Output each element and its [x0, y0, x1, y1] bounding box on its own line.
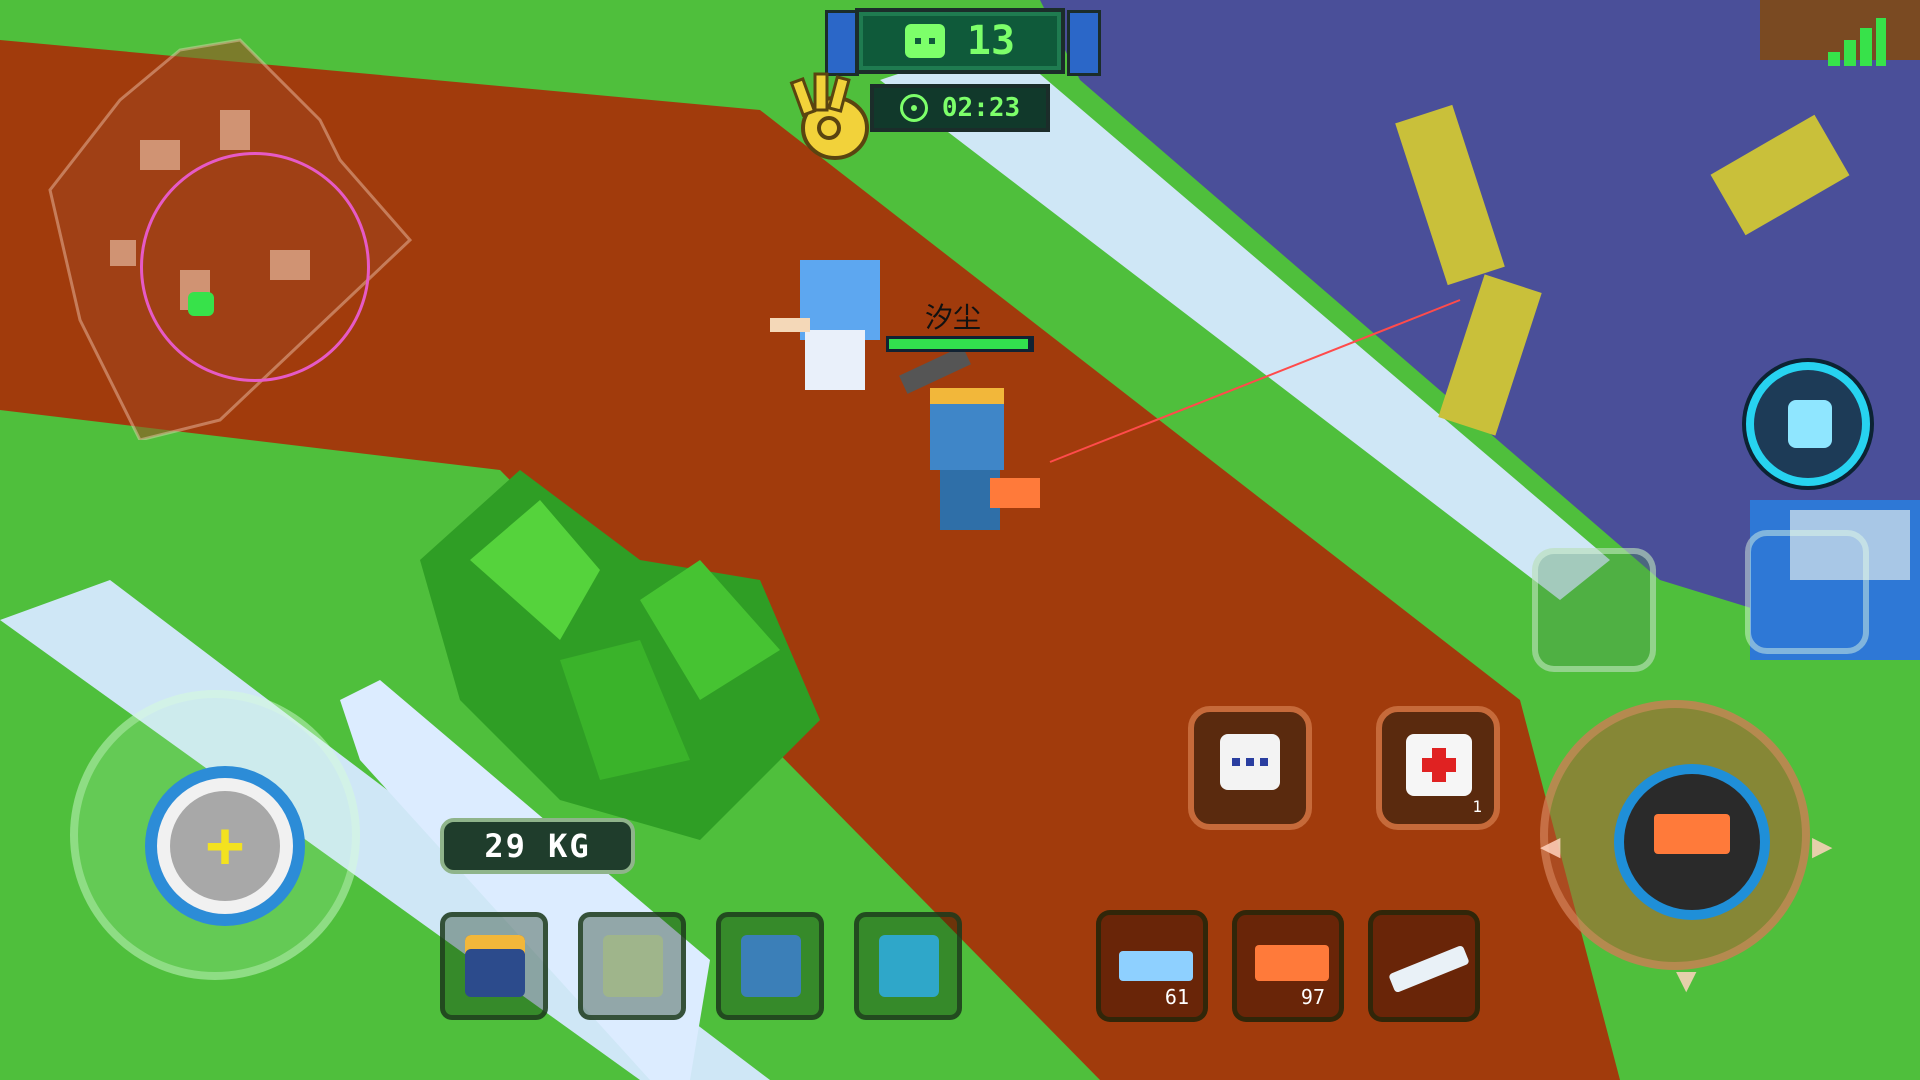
- knife-icon: [1388, 944, 1470, 994]
- medkit-count: 1: [1472, 797, 1482, 816]
- zone-timer-value: 02:23: [941, 93, 1021, 123]
- crouch-icon: [1788, 400, 1832, 448]
- biohazard-icon: [899, 94, 928, 122]
- player-health-bar: [886, 336, 1034, 352]
- zone-timer: 02:23: [870, 84, 1050, 132]
- uzi-icon: [1255, 945, 1329, 981]
- pistol-ammo: 61: [1164, 985, 1189, 1009]
- arrow-left-icon: ◀: [1540, 826, 1561, 866]
- backpack-icon: [603, 935, 663, 997]
- helmet-icon: [465, 935, 525, 997]
- pants-icon: [741, 935, 801, 997]
- shoes-icon: [879, 935, 939, 997]
- empty-action-slot[interactable]: [1532, 548, 1656, 672]
- arrow-right-icon: ▶: [1812, 826, 1833, 866]
- gear-slot-pants[interactable]: [716, 912, 824, 1020]
- hud-left-cap: [825, 10, 859, 76]
- weapon-slot-pistol[interactable]: 61: [1096, 910, 1208, 1022]
- safe-zone-circle: [140, 152, 370, 382]
- movement-joystick[interactable]: +: [145, 766, 305, 926]
- arrow-down-icon: ▼: [1676, 960, 1697, 1000]
- chat-button[interactable]: [1188, 706, 1312, 830]
- players-alive-counter: 13: [855, 8, 1065, 74]
- crouch-button[interactable]: [1746, 362, 1870, 486]
- player-skull-icon: [904, 24, 945, 58]
- fire-button[interactable]: [1614, 764, 1770, 920]
- gear-slot-shoes[interactable]: [854, 912, 962, 1020]
- chat-bubble-icon: [1220, 734, 1280, 790]
- weapon-slot-knife[interactable]: [1368, 910, 1480, 1022]
- signal-bars-icon: [1828, 18, 1888, 66]
- medkit-icon: [1406, 734, 1472, 796]
- hud-right-cap: [1067, 10, 1101, 76]
- minimap-player-marker: [188, 292, 214, 316]
- inventory-weight: 29 KG: [440, 818, 635, 874]
- gear-slot-helmet[interactable]: [440, 912, 548, 1020]
- players-alive-count: 13: [966, 18, 1016, 64]
- gear-slot-backpack[interactable]: [578, 912, 686, 1020]
- uzi-ammo: 97: [1300, 985, 1325, 1009]
- empty-vehicle-slot[interactable]: [1745, 530, 1869, 654]
- plus-icon: +: [170, 791, 280, 901]
- pistol-icon: [1119, 951, 1193, 981]
- medkit-button[interactable]: 1: [1376, 706, 1500, 830]
- player-name: 汐尘: [925, 301, 982, 334]
- uzi-icon: [1654, 814, 1730, 854]
- weapon-slot-uzi[interactable]: 97: [1232, 910, 1344, 1022]
- ok-hand-icon[interactable]: [785, 70, 875, 165]
- player-health-fill: [889, 339, 1029, 349]
